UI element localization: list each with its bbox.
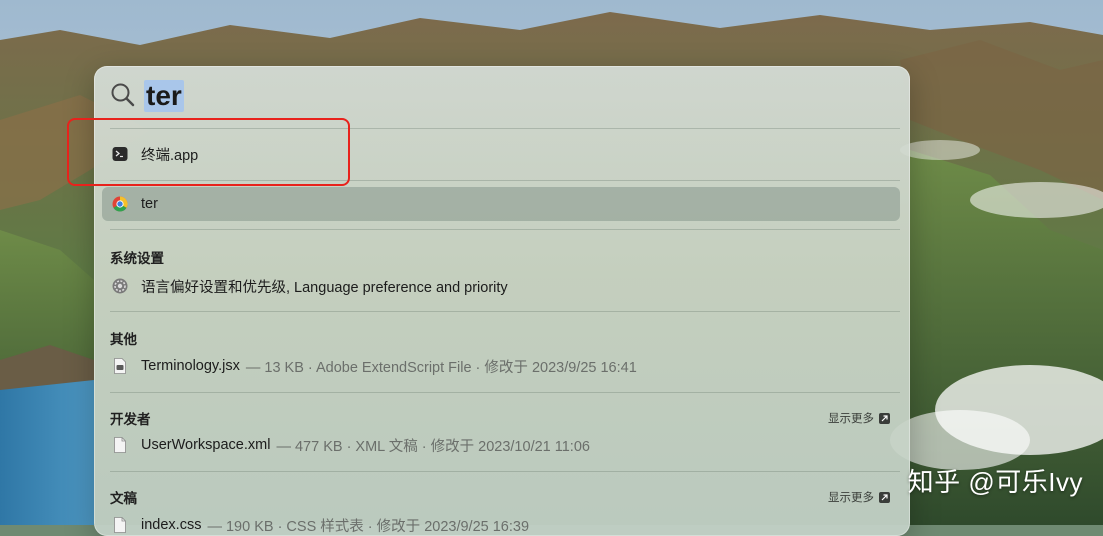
result-title: UserWorkspace.xml	[141, 437, 271, 453]
section-title-developer: 开发者	[110, 412, 151, 427]
document-icon	[112, 517, 128, 533]
divider	[110, 229, 900, 230]
result-title: index.css	[141, 517, 202, 533]
search-icon	[111, 83, 135, 107]
divider	[110, 311, 900, 312]
result-title: ter	[141, 196, 158, 212]
divider	[110, 392, 900, 393]
result-meta: — 13 KB · Adobe ExtendScript File · 修改于 …	[245, 359, 637, 376]
expand-arrow-icon	[879, 412, 890, 424]
result-meta: — 190 KB · CSS 样式表 · 修改于 2023/9/25 16:39	[207, 518, 530, 535]
search-input[interactable]: ter	[144, 80, 184, 112]
show-more-developer-button[interactable]: 显示更多	[828, 410, 890, 426]
result-language-preference[interactable]: 语言偏好设置和优先级, Language preference and prio…	[102, 269, 900, 303]
document-icon	[112, 437, 128, 453]
result-meta: — 477 KB · XML 文稿 · 修改于 2023/10/21 11:06	[276, 438, 590, 455]
result-terminology-jsx[interactable]: Terminology.jsx — 13 KB · Adobe ExtendSc…	[102, 349, 900, 383]
result-title: 语言偏好设置和优先级, Language preference and prio…	[141, 279, 508, 296]
expand-arrow-icon	[879, 491, 890, 503]
section-title-other: 其他	[110, 332, 137, 347]
settings-gear-icon	[112, 278, 128, 294]
result-title: Terminology.jsx	[141, 358, 240, 374]
result-index-css[interactable]: index.css — 190 KB · CSS 样式表 · 修改于 2023/…	[102, 508, 900, 536]
divider	[110, 471, 900, 472]
script-file-icon	[112, 358, 128, 374]
result-userworkspace-xml[interactable]: UserWorkspace.xml — 477 KB · XML 文稿 · 修改…	[102, 428, 900, 462]
show-more-documents-button[interactable]: 显示更多	[828, 489, 890, 505]
show-more-label: 显示更多	[828, 413, 874, 425]
chrome-icon	[112, 196, 128, 212]
watermark: 知乎 @可乐Ivy	[907, 467, 1083, 497]
section-title-system-settings: 系统设置	[110, 251, 164, 266]
show-more-label: 显示更多	[828, 492, 874, 504]
section-title-documents: 文稿	[110, 491, 137, 506]
result-chrome-search[interactable]: ter	[102, 187, 900, 221]
annotation-highlight-box	[67, 118, 350, 186]
